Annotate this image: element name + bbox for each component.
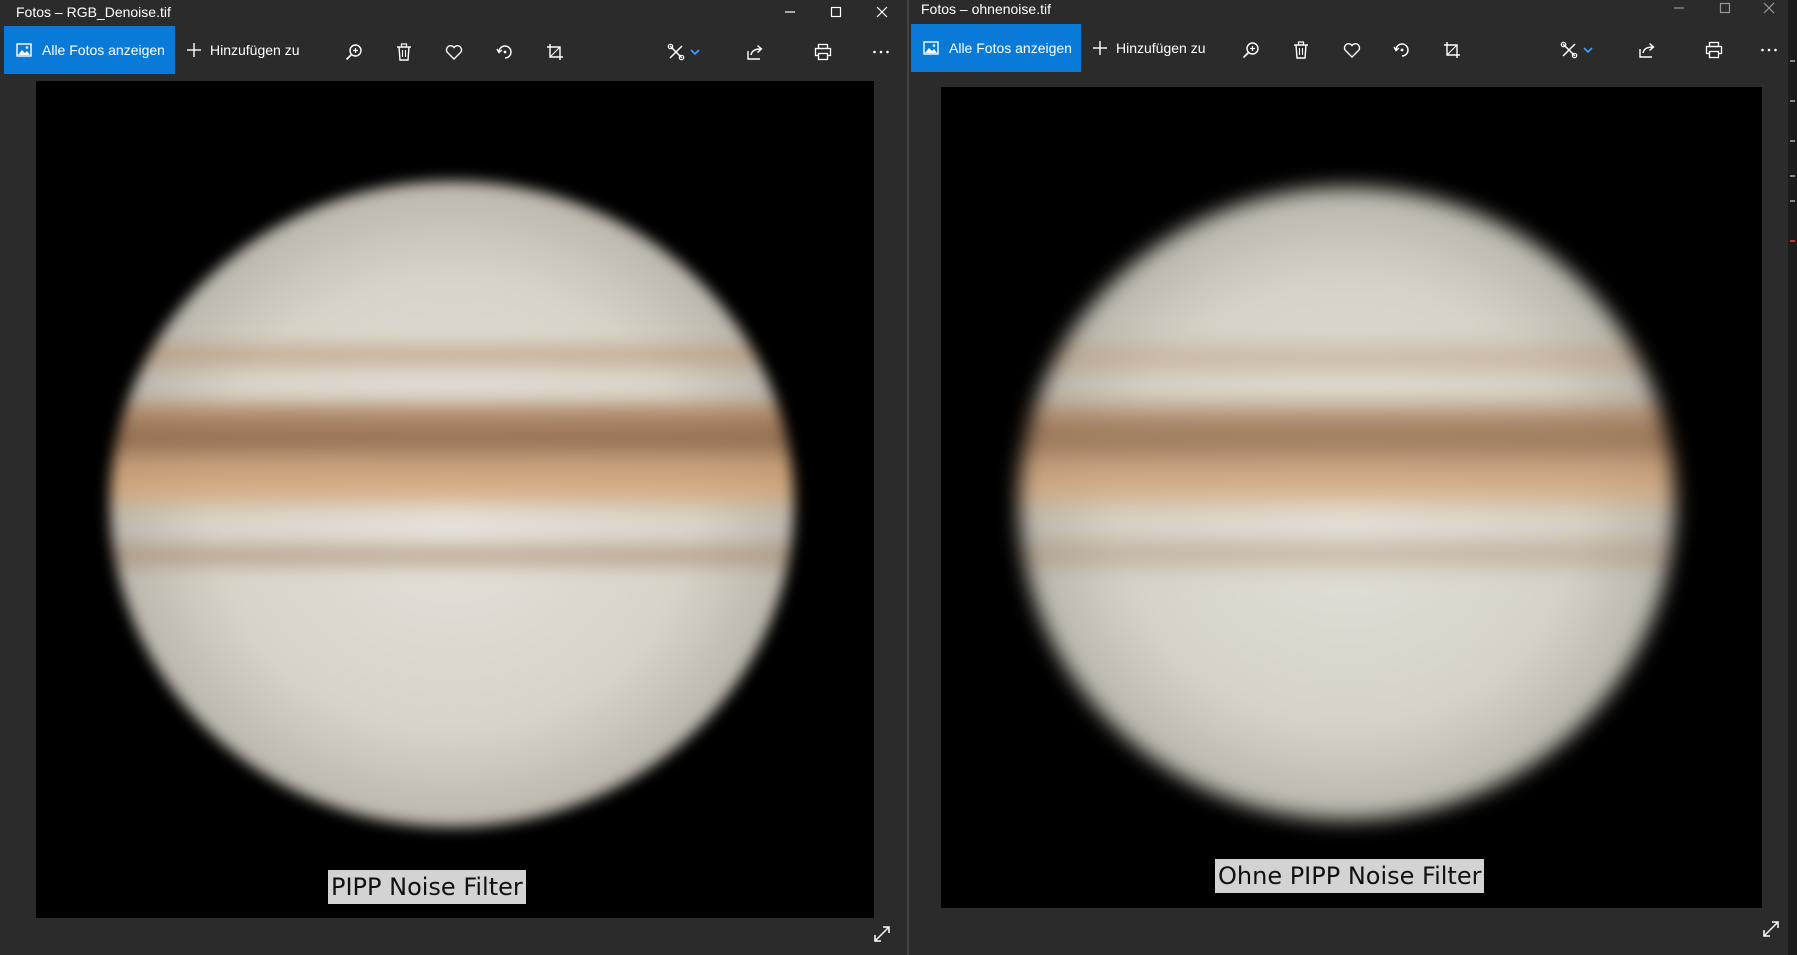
edit-icon — [1560, 41, 1578, 59]
edge-mark — [1790, 175, 1795, 177]
delete-button[interactable] — [390, 38, 418, 66]
close-icon — [876, 6, 888, 18]
edge-mark — [1790, 200, 1795, 202]
close-button[interactable] — [859, 0, 905, 24]
title-bar: Fotos – ohnenoise.tif — [909, 0, 1788, 26]
maximize-button[interactable] — [1702, 0, 1748, 20]
close-button[interactable] — [1746, 0, 1788, 20]
show-all-photos-button[interactable]: Alle Fotos anzeigen — [4, 26, 175, 74]
photos-window-right: Fotos – ohnenoise.tif Alle Fotos anzeige… — [909, 0, 1788, 955]
planet-image — [110, 181, 794, 827]
photos-window-left: Fotos – RGB_Denoise.tif Alle Fotos anzei… — [0, 0, 909, 955]
zoom-button[interactable] — [340, 38, 368, 66]
more-options-button[interactable] — [867, 38, 895, 66]
title-bar: Fotos – RGB_Denoise.tif — [0, 0, 907, 26]
favorite-button[interactable] — [440, 38, 468, 66]
fullscreen-button[interactable] — [870, 922, 894, 946]
trash-icon — [1294, 41, 1308, 59]
rotate-icon — [1393, 43, 1409, 57]
share-button[interactable] — [741, 38, 769, 66]
heart-icon — [1343, 43, 1361, 58]
share-icon — [747, 44, 763, 60]
minimize-button[interactable] — [767, 0, 813, 24]
print-button[interactable] — [1700, 36, 1728, 64]
heart-icon — [445, 45, 463, 60]
add-to-label: Hinzufügen zu — [1116, 40, 1206, 56]
add-to-label: Hinzufügen zu — [210, 42, 300, 58]
rotate-icon — [496, 45, 512, 59]
edit-icon — [667, 43, 685, 61]
crop-icon — [547, 44, 563, 60]
zoom-icon — [345, 44, 362, 61]
zoom-icon — [1242, 42, 1259, 59]
expand-icon — [874, 926, 890, 942]
rotate-button[interactable] — [491, 38, 519, 66]
photo-caption: PIPP Noise Filter — [328, 870, 526, 904]
rotate-button[interactable] — [1388, 36, 1416, 64]
show-all-photos-button[interactable]: Alle Fotos anzeigen — [911, 24, 1081, 72]
zoom-button[interactable] — [1237, 36, 1265, 64]
show-all-photos-label: Alle Fotos anzeigen — [949, 40, 1072, 56]
photo-viewer: Ohne PIPP Noise Filter — [941, 87, 1762, 908]
toolbar: Alle Fotos anzeigen Hinzufügen zu — [0, 26, 907, 80]
edge-mark — [1790, 100, 1795, 102]
add-to-button[interactable]: Hinzufügen zu — [186, 26, 300, 74]
chevron-down-icon — [1583, 47, 1593, 54]
expand-icon — [1763, 921, 1779, 937]
edge-mark — [1790, 240, 1795, 242]
window-title: Fotos – ohnenoise.tif — [921, 1, 1051, 17]
toolbar: Alle Fotos anzeigen Hinzufügen zu — [909, 24, 1788, 78]
photos-icon — [16, 43, 32, 57]
maximize-icon — [830, 6, 842, 18]
planet-image — [1019, 187, 1675, 820]
edit-create-button[interactable] — [667, 38, 711, 66]
photo-viewer: PIPP Noise Filter — [36, 81, 874, 918]
more-icon — [1761, 48, 1777, 52]
show-all-photos-label: Alle Fotos anzeigen — [42, 42, 165, 58]
print-button[interactable] — [809, 38, 837, 66]
chevron-down-icon — [690, 49, 700, 56]
more-icon — [873, 50, 889, 54]
background-window-edge — [1788, 0, 1797, 955]
favorite-button[interactable] — [1338, 36, 1366, 64]
minimize-icon — [1674, 7, 1684, 9]
fullscreen-button[interactable] — [1759, 917, 1783, 941]
more-options-button[interactable] — [1755, 36, 1783, 64]
share-icon — [1639, 42, 1655, 58]
share-button[interactable] — [1633, 36, 1661, 64]
crop-icon — [1444, 42, 1460, 58]
close-icon — [1763, 2, 1775, 14]
maximize-button[interactable] — [813, 0, 859, 24]
print-icon — [814, 43, 832, 61]
edge-mark — [1790, 140, 1795, 142]
crop-button[interactable] — [541, 38, 569, 66]
plus-icon — [1092, 40, 1108, 56]
photo-caption: Ohne PIPP Noise Filter — [1215, 859, 1485, 893]
crop-button[interactable] — [1438, 36, 1466, 64]
add-to-button[interactable]: Hinzufügen zu — [1092, 24, 1206, 72]
minimize-button[interactable] — [1656, 0, 1702, 20]
minimize-icon — [785, 11, 795, 13]
print-icon — [1705, 41, 1723, 59]
maximize-icon — [1719, 2, 1731, 14]
delete-button[interactable] — [1287, 36, 1315, 64]
trash-icon — [397, 43, 411, 61]
window-title: Fotos – RGB_Denoise.tif — [16, 4, 171, 20]
photos-icon — [923, 41, 939, 55]
edge-mark — [1790, 60, 1795, 62]
plus-icon — [186, 42, 202, 58]
edit-create-button[interactable] — [1560, 36, 1604, 64]
